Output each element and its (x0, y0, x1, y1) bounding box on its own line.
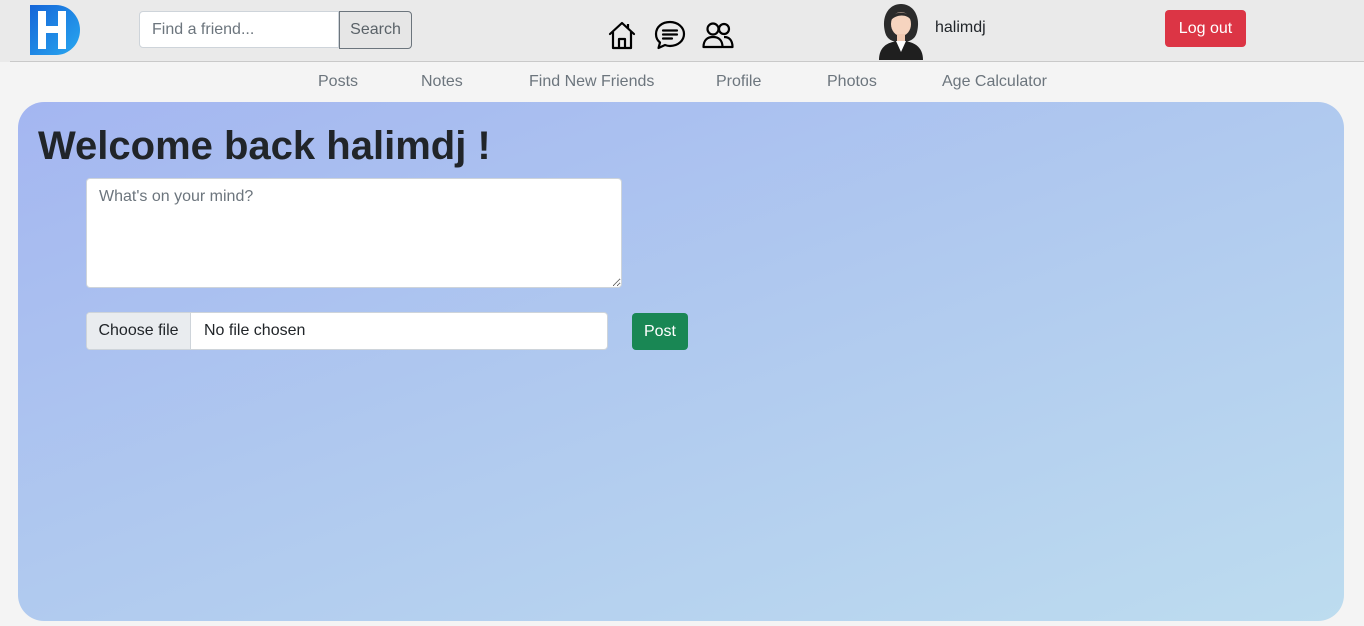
nav-item-age-calculator[interactable]: Age Calculator (942, 73, 1047, 91)
post-button[interactable]: Post (632, 313, 688, 350)
nav-item-notes[interactable]: Notes (421, 73, 463, 91)
secondary-nav: Posts Notes Find New Friends Profile Pho… (0, 62, 1364, 100)
main-panel: Welcome back halimdj ! Choose file No fi… (18, 102, 1344, 621)
hd-logo-icon[interactable] (30, 5, 80, 55)
file-status: No file chosen (204, 322, 306, 339)
top-navbar: Search halimdj Log out (0, 0, 1364, 62)
logout-button[interactable]: Log out (1165, 10, 1246, 47)
page-title: Welcome back halimdj ! (38, 124, 491, 168)
nav-item-profile[interactable]: Profile (716, 73, 761, 91)
username-label: halimdj (935, 19, 986, 36)
search-button[interactable]: Search (339, 11, 412, 49)
avatar-icon[interactable] (875, 2, 927, 60)
nav-item-find-new-friends[interactable]: Find New Friends (529, 73, 654, 91)
search-input[interactable] (139, 11, 339, 48)
home-icon[interactable] (606, 19, 638, 51)
file-input[interactable]: Choose file No file chosen (86, 312, 608, 350)
nav-item-photos[interactable]: Photos (827, 73, 877, 91)
post-textarea[interactable] (86, 178, 622, 288)
choose-file-button[interactable]: Choose file (87, 313, 191, 349)
friends-icon[interactable] (702, 19, 734, 51)
nav-item-posts[interactable]: Posts (318, 73, 358, 91)
chat-icon[interactable] (654, 19, 686, 51)
